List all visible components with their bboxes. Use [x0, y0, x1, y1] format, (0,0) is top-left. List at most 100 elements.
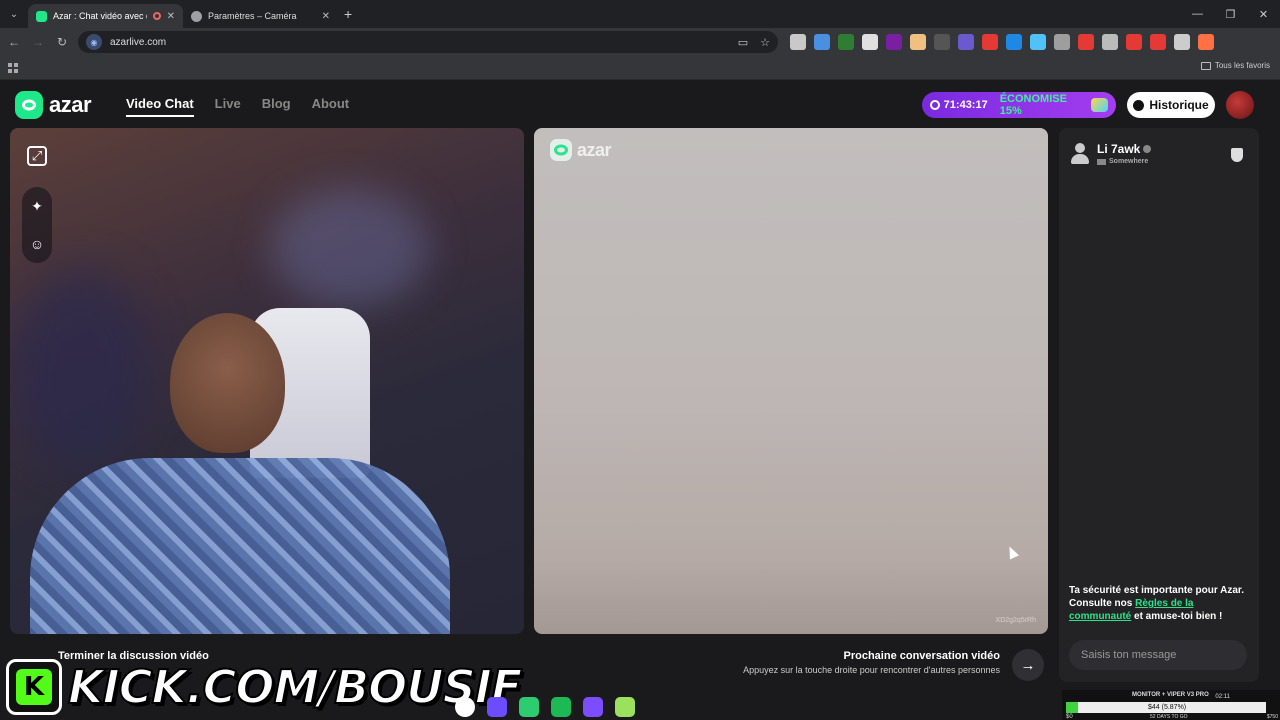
history-label: Historique — [1149, 98, 1209, 112]
gift-icon — [1090, 98, 1108, 112]
report-shield-icon[interactable] — [1231, 148, 1243, 162]
goal-days: 52 DAYS TO GO — [1150, 714, 1188, 720]
all-bookmarks[interactable]: Tous les favoris — [1200, 61, 1270, 70]
extension-icon[interactable] — [1102, 34, 1118, 50]
nav-blog[interactable]: Blog — [262, 96, 291, 117]
taskbar-app-icon[interactable] — [551, 696, 571, 717]
profile-avatar[interactable] — [1226, 91, 1254, 119]
next-title: Prochaine conversation vidéo — [843, 650, 1001, 662]
goal-high: $750 — [1266, 714, 1278, 720]
azar-page: azar Video Chat Live Blog About 71:43:17… — [0, 81, 1280, 720]
browser-tab-strip: ⌄ Azar : Chat vidéo avec de n ✕ Paramètr… — [0, 0, 1280, 28]
extension-icon[interactable] — [982, 34, 998, 50]
partner-video: azar XD2g2q5rRh — [534, 128, 1048, 634]
promo-timer: 71:43:17 — [943, 99, 988, 111]
partner-profile[interactable]: Li 7awk Somewhere — [1071, 142, 1152, 165]
sparkle-effects-icon[interactable]: ✦ — [31, 198, 43, 215]
taskbar-app-icon[interactable] — [487, 696, 507, 717]
tab-camera-settings[interactable]: Paramètres – Caméra ✕ — [183, 4, 338, 28]
goal-low: $0 — [1066, 714, 1073, 720]
video-tools: ✦ ☺ — [22, 187, 52, 263]
expand-icon[interactable]: ⤢ — [27, 146, 47, 166]
goal-amount: $44 (5.87%) — [1148, 704, 1187, 711]
nav-live[interactable]: Live — [215, 96, 241, 117]
main-nav: Video Chat Live Blog About — [126, 96, 349, 117]
next-arrow-button[interactable]: → — [1012, 649, 1044, 681]
extension-icon[interactable] — [838, 34, 854, 50]
azar-logo-text: azar — [49, 92, 92, 117]
kick-logo-letter: K — [16, 669, 52, 705]
extension-icon[interactable] — [1078, 34, 1094, 50]
safety-text-end: et amuse-toi bien ! — [1131, 611, 1223, 622]
site-info-icon[interactable]: ◉ — [86, 34, 102, 50]
extension-icon[interactable] — [958, 34, 974, 50]
taskbar-app-icon[interactable] — [455, 696, 475, 717]
history-button[interactable]: Historique — [1127, 92, 1215, 118]
user-avatar-icon — [1071, 142, 1089, 165]
minimize-icon[interactable]: — — [1181, 0, 1214, 28]
watermark-text: azar — [577, 139, 612, 160]
goal-time: 02:11 — [1215, 694, 1230, 700]
kick-logo-icon: K — [6, 659, 62, 715]
tab-search-button[interactable]: ⌄ — [0, 0, 28, 28]
nav-about[interactable]: About — [312, 96, 350, 117]
kick-overlay: K KICK.COM/BOUSIF — [6, 658, 523, 716]
cast-icon[interactable]: ▭ — [738, 36, 748, 49]
next-conversation: Prochaine conversation vidéo Appuyez sur… — [743, 650, 1000, 675]
person-shirt — [30, 458, 450, 634]
extension-icon[interactable] — [1150, 34, 1166, 50]
back-icon[interactable]: ← — [2, 35, 26, 49]
safety-notice: Ta sécurité est importante pour Azar. Co… — [1069, 584, 1249, 623]
azar-logo-icon — [15, 91, 43, 119]
self-video — [10, 128, 524, 634]
kick-url: KICK.COM/BOUSIF — [67, 659, 523, 715]
close-tab-icon[interactable]: ✕ — [167, 11, 175, 22]
face-filter-icon[interactable]: ☺ — [30, 236, 44, 252]
extension-icon[interactable] — [934, 34, 950, 50]
close-tab-icon[interactable]: ✕ — [322, 11, 330, 22]
window-controls: — ❐ ✕ — [1181, 0, 1280, 28]
extension-icon[interactable] — [814, 34, 830, 50]
extension-icon[interactable] — [1006, 34, 1022, 50]
address-bar[interactable]: ◉ azarlive.com ▭ ☆ — [78, 31, 778, 53]
next-subtitle: Appuyez sur la touche droite pour rencon… — [743, 665, 1000, 675]
chat-panel: Li 7awk Somewhere Ta sécurité est import… — [1059, 128, 1259, 682]
url-text: azarlive.com — [110, 36, 167, 48]
extension-icon[interactable] — [1174, 34, 1190, 50]
taskbar-app-icon[interactable] — [519, 696, 539, 717]
azar-logo[interactable]: azar — [15, 91, 92, 119]
close-window-icon[interactable]: ✕ — [1247, 0, 1280, 28]
tab-title: Paramètres – Caméra — [208, 11, 297, 21]
taskbar-app-icon[interactable] — [615, 696, 635, 717]
extension-icon[interactable] — [910, 34, 926, 50]
extension-icon[interactable] — [1030, 34, 1046, 50]
promo-banner[interactable]: 71:43:17 ÉCONOMISE 15% — [922, 92, 1116, 118]
extension-icon[interactable] — [790, 34, 806, 50]
extension-icon[interactable] — [1198, 34, 1214, 50]
browser-toolbar: ← → ↻ ◉ azarlive.com ▭ ☆ — [0, 28, 1280, 56]
person-head — [170, 313, 285, 453]
recording-icon — [152, 12, 161, 20]
extension-icon[interactable] — [1054, 34, 1070, 50]
apps-grid-icon[interactable] — [8, 62, 18, 73]
azar-favicon-icon — [36, 10, 47, 22]
goal-title: MONITOR + VIPER V3 PRO — [1132, 692, 1209, 698]
partner-location: Somewhere — [1097, 158, 1151, 165]
all-bookmarks-label: Tous les favoris — [1214, 61, 1270, 70]
taskbar-app-icon[interactable] — [583, 696, 603, 717]
tab-azar[interactable]: Azar : Chat vidéo avec de n ✕ — [28, 4, 183, 28]
forward-icon[interactable]: → — [26, 35, 50, 49]
extension-icon[interactable] — [862, 34, 878, 50]
clock-icon — [930, 100, 940, 110]
restore-icon[interactable]: ❐ — [1214, 0, 1247, 28]
partner-id: XD2g2q5rRh — [995, 617, 1036, 624]
message-input[interactable] — [1069, 640, 1247, 670]
reload-icon[interactable]: ↻ — [50, 35, 74, 49]
partner-name: Li 7awk — [1097, 142, 1152, 156]
location-text: Somewhere — [1109, 158, 1149, 165]
bookmark-star-icon[interactable]: ☆ — [760, 36, 770, 49]
extension-icon[interactable] — [886, 34, 902, 50]
extension-icon[interactable] — [1126, 34, 1142, 50]
new-tab-icon[interactable]: + — [344, 6, 352, 22]
nav-video-chat[interactable]: Video Chat — [126, 96, 194, 117]
